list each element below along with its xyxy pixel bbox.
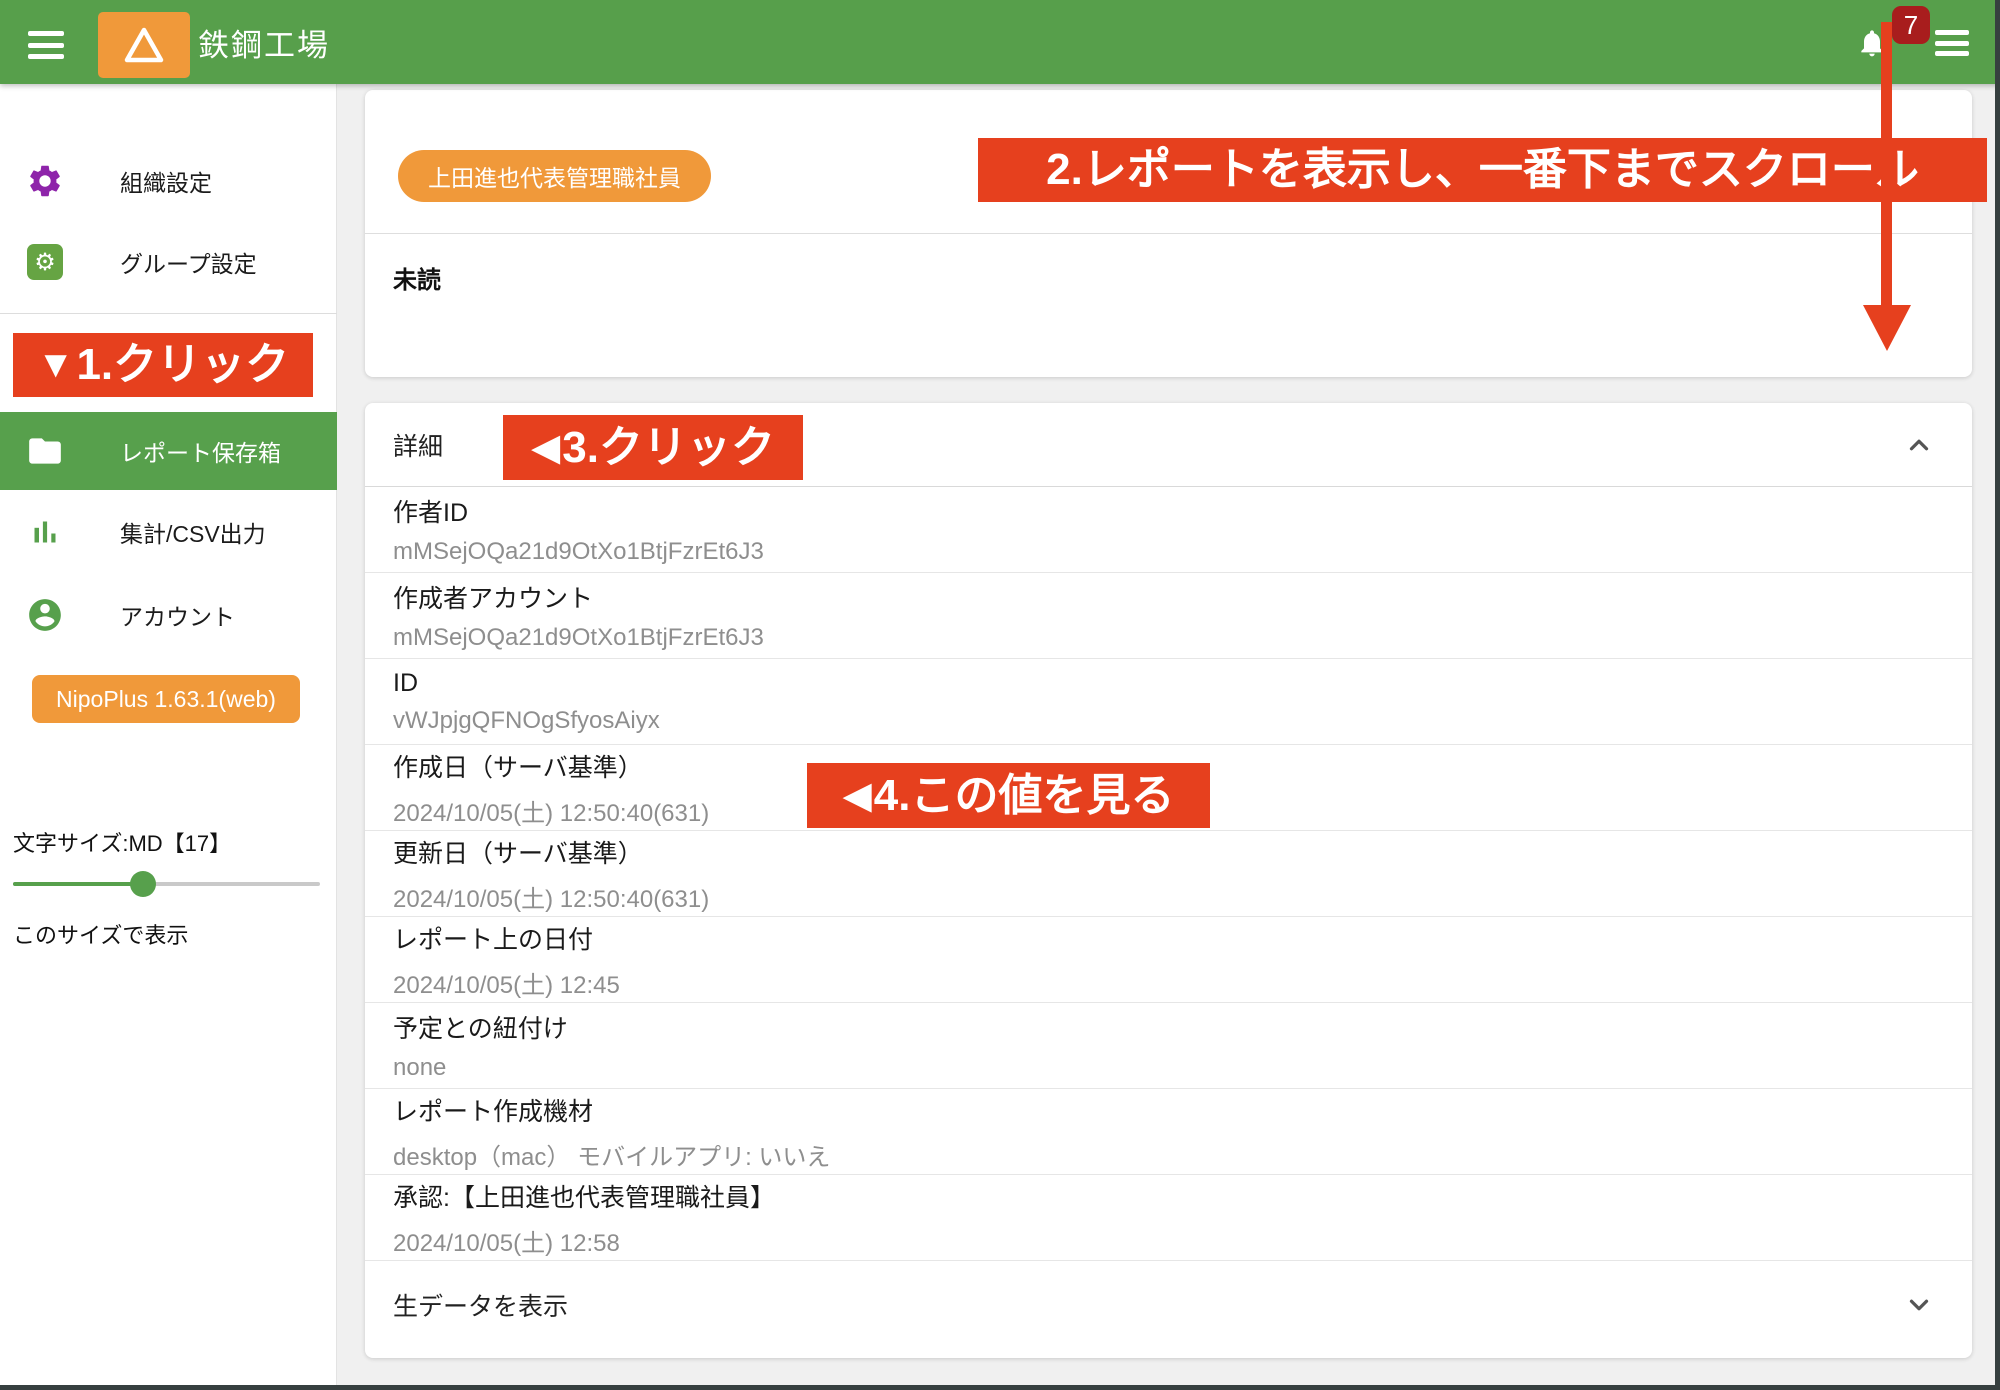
row-label: 作者ID <box>393 493 1944 529</box>
apply-size-label: このサイズで表示 <box>13 918 188 950</box>
annotation-step2: 2.レポートを表示し、一番下までスクロール <box>978 138 1987 202</box>
detail-card: 詳細 作者ID mMSejOQa21d9OtXo1BtjFzrEt6J3 作成者… <box>365 403 1972 1358</box>
detail-row-schedule-link: 予定との紐付け none <box>365 1003 1972 1089</box>
app-logo[interactable] <box>98 12 190 78</box>
annotation-text: 3.クリック <box>562 426 775 470</box>
report-summary-card: 上田進也代表管理職社員 未読 <box>365 90 1972 377</box>
sidebar-item-label: グループ設定 <box>120 245 257 279</box>
app-header: 鉄鋼工場 7 <box>0 0 2000 84</box>
row-label: 承認:【上田進也代表管理職社員】 <box>393 1178 1944 1214</box>
page-title: 鉄鋼工場 <box>198 0 330 84</box>
bar-chart-icon <box>25 512 65 552</box>
row-label: レポート作成機材 <box>393 1092 1944 1128</box>
sidebar-item-csv-export[interactable]: 集計/CSV出力 <box>0 502 337 562</box>
slider-thumb[interactable] <box>130 871 156 897</box>
detail-row-report-date: レポート上の日付 2024/10/05(土) 12:45 <box>365 917 1972 1003</box>
sidebar-item-group-settings[interactable]: ⚙ グループ設定 <box>0 232 337 292</box>
raw-data-label: 生データを表示 <box>393 1287 568 1323</box>
left-triangle-icon: ◀ <box>531 429 560 467</box>
gear-icon <box>25 161 65 201</box>
notification-count-badge: 7 <box>1892 6 1930 44</box>
scroll-down-arrow-head <box>1863 305 1911 351</box>
sidebar-item-org-settings[interactable]: 組織設定 <box>0 151 337 211</box>
triangle-logo-icon <box>123 26 165 64</box>
detail-row-id: ID vWJpjgQFNOgSfyosAiyx <box>365 659 1972 745</box>
row-value: 2024/10/05(土) 12:45 <box>393 965 1944 1000</box>
sidebar-item-label: 集計/CSV出力 <box>120 515 266 549</box>
left-triangle-icon: ◀ <box>843 777 872 815</box>
row-label: 作成者アカウント <box>393 579 1944 615</box>
row-label: レポート上の日付 <box>393 920 1944 956</box>
annotation-step3: ◀ 3.クリック <box>503 415 803 480</box>
sidebar-item-label: 組織設定 <box>120 164 212 198</box>
row-value: 2024/10/05(土) 12:50:40(631) <box>393 879 1944 914</box>
scroll-down-arrow-line <box>1881 22 1892 308</box>
annotation-step1: ▼ 1.クリック <box>13 333 313 397</box>
sidebar-item-label: アカウント <box>120 598 235 632</box>
row-label: 更新日（サーバ基準） <box>393 834 1944 870</box>
raw-data-toggle[interactable]: 生データを表示 <box>365 1261 1972 1358</box>
annotation-text: 4.この値を見る <box>874 774 1175 818</box>
slider-fill <box>13 882 143 886</box>
detail-row-author-id: 作者ID mMSejOQa21d9OtXo1BtjFzrEt6J3 <box>365 487 1972 573</box>
row-label: ID <box>393 669 1944 698</box>
font-size-slider[interactable] <box>13 870 320 898</box>
app-screen: 鉄鋼工場 7 組織設定 ⚙ グループ設定 レポート保存箱 <box>0 0 2000 1390</box>
folder-icon <box>25 431 65 471</box>
sidebar-divider <box>0 313 337 314</box>
sidebar-item-report-box[interactable]: レポート保存箱 <box>0 412 337 490</box>
detail-row-creator-account: 作成者アカウント mMSejOQa21d9OtXo1BtjFzrEt6J3 <box>365 573 1972 659</box>
status-unread-label: 未読 <box>393 260 441 295</box>
overflow-menu-icon[interactable] <box>1935 30 1969 56</box>
down-triangle-icon: ▼ <box>37 346 75 384</box>
row-value: none <box>393 1054 1944 1082</box>
window-edge-bottom <box>0 1385 2000 1390</box>
sidebar: 組織設定 ⚙ グループ設定 レポート保存箱 集計/CSV出力 アカウント Nip… <box>0 84 337 1390</box>
row-value: 2024/10/05(土) 12:58 <box>393 1223 1944 1258</box>
detail-row-approval: 承認:【上田進也代表管理職社員】 2024/10/05(土) 12:58 <box>365 1175 1972 1261</box>
menu-icon[interactable] <box>28 31 64 59</box>
version-button[interactable]: NipoPlus 1.63.1(web) <box>32 675 300 723</box>
card-divider <box>365 233 1972 234</box>
font-size-label: 文字サイズ:MD【17】 <box>13 826 231 858</box>
annotation-text: 1.クリック <box>76 343 289 387</box>
detail-row-updated-at: 更新日（サーバ基準） 2024/10/05(土) 12:50:40(631) <box>365 831 1972 917</box>
sidebar-item-label: レポート保存箱 <box>120 434 281 468</box>
group-gear-icon: ⚙ <box>25 242 65 282</box>
row-label: 予定との紐付け <box>393 1009 1944 1045</box>
row-value: vWJpjgQFNOgSfyosAiyx <box>393 707 1944 735</box>
detail-row-device: レポート作成機材 desktop（mac） モバイルアプリ: いいえ <box>365 1089 1972 1175</box>
row-value: mMSejOQa21d9OtXo1BtjFzrEt6J3 <box>393 624 1944 652</box>
author-chip[interactable]: 上田進也代表管理職社員 <box>398 150 711 202</box>
chevron-up-icon[interactable] <box>1904 430 1934 460</box>
annotation-text: 2.レポートを表示し、一番下までスクロール <box>1046 148 1919 192</box>
window-edge-right <box>1995 0 2000 1390</box>
sidebar-item-account[interactable]: アカウント <box>0 585 337 645</box>
row-value: desktop（mac） モバイルアプリ: いいえ <box>393 1137 1944 1172</box>
chevron-down-icon[interactable] <box>1904 1290 1934 1320</box>
detail-title: 詳細 <box>393 427 443 463</box>
account-icon <box>25 595 65 635</box>
annotation-step4: ◀ 4.この値を見る <box>807 763 1210 828</box>
row-value: mMSejOQa21d9OtXo1BtjFzrEt6J3 <box>393 538 1944 566</box>
